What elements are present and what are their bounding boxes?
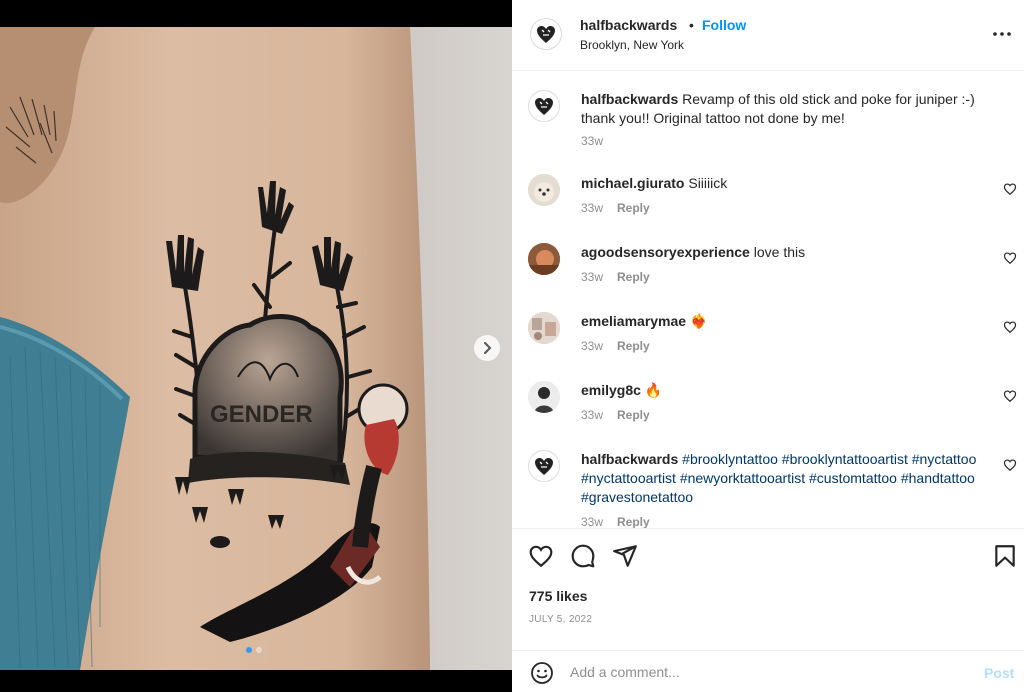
hashtag-link[interactable]: #gravestonetattoo <box>581 489 693 505</box>
commenter-avatar[interactable] <box>528 450 560 482</box>
hashtag-link[interactable]: #newyorktattooartist <box>680 470 805 486</box>
dog-avatar-icon <box>528 174 560 206</box>
hashtag-link[interactable]: #nyctattoo <box>912 451 977 467</box>
comment-meta: 33w Reply <box>581 515 650 528</box>
hashtag-link[interactable]: #brooklyntattoo <box>682 451 778 467</box>
share-icon[interactable] <box>612 543 638 569</box>
user-photo-avatar-icon <box>528 381 560 413</box>
hashtag-link[interactable]: #customtattoo <box>809 470 897 486</box>
reply-button[interactable]: Reply <box>617 270 650 284</box>
heart-logo-icon <box>535 458 553 475</box>
user-photo-avatar-icon <box>528 243 560 275</box>
reply-button[interactable]: Reply <box>617 339 650 353</box>
carousel-next-button[interactable] <box>474 335 500 361</box>
comment-input[interactable] <box>570 659 960 685</box>
commenter-avatar[interactable] <box>528 381 560 413</box>
comment-body: 🔥 <box>640 382 663 398</box>
tattoo-photo: GENDER <box>0 27 512 670</box>
reply-button[interactable]: Reply <box>617 515 650 528</box>
more-icon <box>993 32 1011 36</box>
comment-time[interactable]: 33w <box>581 201 603 215</box>
comment-time[interactable]: 33w <box>581 408 603 422</box>
comment-username[interactable]: emilyg8c <box>581 382 641 398</box>
comments-list[interactable]: halfbackwards Revamp of this old stick a… <box>512 72 1024 528</box>
comment-body: love this <box>749 244 806 260</box>
post-side-panel: halfbackwards • Follow Brooklyn, New Yor… <box>512 0 1024 692</box>
comment-time[interactable]: 33w <box>581 339 603 353</box>
reply-button[interactable]: Reply <box>617 201 650 215</box>
comment-meta: 33w Reply <box>581 408 650 422</box>
post-location[interactable]: Brooklyn, New York <box>580 38 684 52</box>
likes-count[interactable]: 775 likes <box>529 588 587 604</box>
commenter-avatar[interactable] <box>528 312 560 344</box>
comment-item: michael.giurato Siiiiick 33w Reply <box>512 174 1024 222</box>
comment-item: emilyg8c 🔥 33w Reply <box>512 381 1024 429</box>
comment-item: emeliamarymae ❤️‍🔥 33w Reply <box>512 312 1024 360</box>
caption-time[interactable]: 33w <box>581 134 603 148</box>
tattoo-gravestone-text: GENDER <box>210 401 313 428</box>
comment-text: emilyg8c 🔥 <box>581 381 991 400</box>
commenter-avatar[interactable] <box>528 174 560 206</box>
heart-logo-icon <box>537 26 555 43</box>
comment-text: agoodsensoryexperience love this <box>581 243 991 262</box>
like-comment-heart-icon[interactable] <box>1003 320 1017 334</box>
comment-time[interactable]: 33w <box>581 270 603 284</box>
caption-username[interactable]: halfbackwards <box>581 91 678 107</box>
commenter-avatar[interactable] <box>528 243 560 275</box>
like-comment-heart-icon[interactable] <box>1003 251 1017 265</box>
user-photo-avatar-icon <box>528 312 560 344</box>
comment-username[interactable]: halfbackwards <box>581 451 678 467</box>
post-photo[interactable]: GENDER <box>0 27 512 670</box>
caption-text: halfbackwards Revamp of this old stick a… <box>581 90 991 128</box>
heart-logo-icon <box>535 98 553 115</box>
hashtag-link[interactable]: #handtattoo <box>901 470 975 486</box>
hashtag-link[interactable]: #brooklyntattooartist <box>782 451 908 467</box>
comment-username[interactable]: michael.giurato <box>581 175 684 191</box>
comment-meta: 33w Reply <box>581 270 650 284</box>
comment-username[interactable]: agoodsensoryexperience <box>581 244 750 260</box>
post-header: halfbackwards • Follow Brooklyn, New Yor… <box>512 0 1024 71</box>
more-options-button[interactable] <box>988 24 1016 44</box>
author-avatar[interactable] <box>530 18 562 50</box>
post-media: GENDER <box>0 0 512 692</box>
comment-time[interactable]: 33w <box>581 515 603 528</box>
like-comment-heart-icon[interactable] <box>1003 458 1017 472</box>
caption-meta: 33w <box>581 134 603 148</box>
heart-icon[interactable] <box>528 543 554 569</box>
like-comment-heart-icon[interactable] <box>1003 182 1017 196</box>
comment-text: emeliamarymae ❤️‍🔥 <box>581 312 991 331</box>
chevron-right-icon <box>484 342 492 354</box>
comment-body: Siiiiick <box>684 175 728 191</box>
comment-item: agoodsensoryexperience love this 33w Repl… <box>512 243 1024 291</box>
post-comment-button[interactable]: Post <box>984 665 1014 681</box>
comment-icon[interactable] <box>570 543 596 569</box>
carousel-dot-1 <box>246 647 252 653</box>
bookmark-icon[interactable] <box>992 543 1018 569</box>
reply-button[interactable]: Reply <box>617 408 650 422</box>
header-separator: • <box>689 17 694 33</box>
comment-text: michael.giurato Siiiiick <box>581 174 991 193</box>
follow-button[interactable]: Follow <box>702 17 746 33</box>
comment-meta: 33w Reply <box>581 201 650 215</box>
add-comment-bar: Post <box>512 650 1024 692</box>
post-actions: 775 likes JULY 5, 2022 <box>512 528 1024 642</box>
emoji-icon[interactable] <box>530 661 554 685</box>
comment-meta: 33w Reply <box>581 339 650 353</box>
hashtag-link[interactable]: #nyctattooartist <box>581 470 676 486</box>
comment-item-hashtags: halfbackwards #brooklyntattoo #brooklynt… <box>512 450 1024 528</box>
comment-body: ❤️‍🔥 <box>686 313 708 329</box>
comment-text: halfbackwards #brooklyntattoo #brooklynt… <box>581 450 991 507</box>
post-date[interactable]: JULY 5, 2022 <box>529 614 592 625</box>
comment-username[interactable]: emeliamarymae <box>581 313 686 329</box>
caption-item: halfbackwards Revamp of this old stick a… <box>512 90 1024 150</box>
author-username[interactable]: halfbackwards <box>580 17 677 33</box>
carousel-dots <box>246 647 262 653</box>
carousel-dot-2 <box>256 647 262 653</box>
like-comment-heart-icon[interactable] <box>1003 389 1017 403</box>
caption-avatar[interactable] <box>528 90 560 122</box>
